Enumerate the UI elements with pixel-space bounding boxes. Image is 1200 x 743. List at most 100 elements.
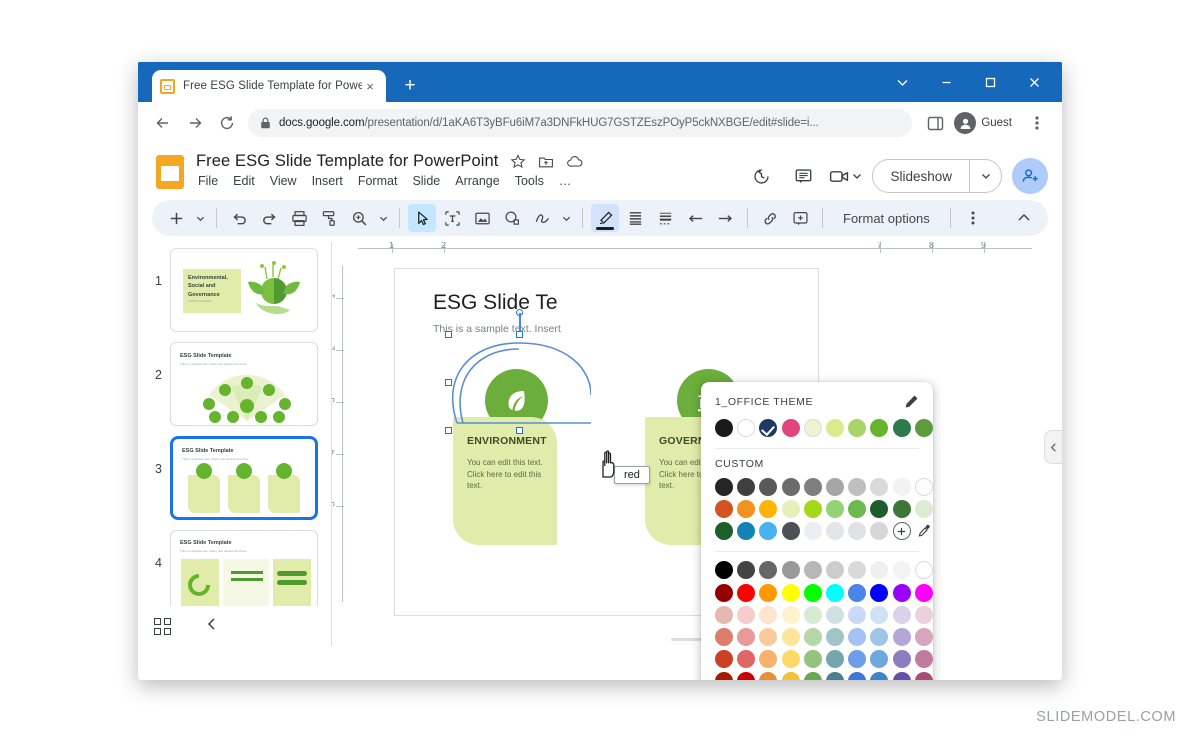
print-icon[interactable]: [285, 204, 313, 232]
profile-chip[interactable]: Guest: [952, 110, 1020, 136]
theme-swatch-row[interactable]: [715, 419, 933, 437]
line-start-icon[interactable]: [681, 204, 709, 232]
palette-swatch-1-5[interactable]: [825, 583, 844, 602]
line-end-icon[interactable]: [711, 204, 739, 232]
palette-swatch-3-1[interactable]: [737, 627, 756, 646]
close-icon[interactable]: [1012, 64, 1056, 100]
address-bar[interactable]: docs.google.com/presentation/d/1aKA6T3yB…: [248, 109, 913, 137]
palette-swatch-0-3[interactable]: [781, 561, 800, 580]
version-history-icon[interactable]: [745, 160, 777, 192]
palette-swatch-0-5[interactable]: [825, 561, 844, 580]
custom-swatch-0-5[interactable]: [825, 478, 844, 496]
more-options-icon[interactable]: [959, 204, 987, 232]
palette-swatch-1-2[interactable]: [759, 583, 778, 602]
palette-swatch-3-2[interactable]: [759, 627, 778, 646]
format-options-button[interactable]: Format options: [831, 211, 942, 226]
custom-swatch-0-9[interactable]: [914, 478, 933, 496]
undo-icon[interactable]: [225, 204, 253, 232]
palette-swatch-1-0[interactable]: [715, 583, 733, 602]
menu-view[interactable]: View: [270, 174, 297, 188]
list-item[interactable]: 2 ESG Slide Template This is a sample te…: [138, 342, 331, 436]
palette-swatch-2-8[interactable]: [892, 605, 911, 624]
palette-swatch-5-8[interactable]: [892, 672, 911, 680]
palette-swatch-1-3[interactable]: [781, 583, 800, 602]
palette-swatch-2-7[interactable]: [870, 605, 889, 624]
palette-swatch-4-7[interactable]: [870, 650, 889, 669]
palette-swatch-3-7[interactable]: [870, 627, 889, 646]
palette-swatch-5-6[interactable]: [848, 672, 867, 680]
menu-tools[interactable]: Tools: [515, 174, 544, 188]
palette-swatch-1-9[interactable]: [914, 583, 933, 602]
move-to-folder-icon[interactable]: [538, 154, 554, 170]
custom-swatch-0-7[interactable]: [870, 478, 889, 496]
palette-swatch-4-3[interactable]: [781, 650, 800, 669]
redo-icon[interactable]: [255, 204, 283, 232]
card-body[interactable]: You can edit this text. Click here to ed…: [467, 457, 547, 492]
palette-swatch-3-5[interactable]: [825, 627, 844, 646]
palette-swatch-4-6[interactable]: [848, 650, 867, 669]
palette-swatch-5-0[interactable]: [715, 672, 733, 680]
theme-swatch-1[interactable]: [737, 419, 756, 437]
custom-swatch-2-1[interactable]: [737, 522, 756, 541]
palette-swatch-4-8[interactable]: [892, 650, 911, 669]
palette-swatch-3-3[interactable]: [781, 627, 800, 646]
custom-swatch-1-3[interactable]: [781, 500, 800, 519]
meet-camera-button[interactable]: [829, 168, 862, 185]
theme-swatch-9[interactable]: [914, 419, 933, 437]
palette-swatch-0-0[interactable]: [715, 561, 733, 580]
grid-view-icon[interactable]: [154, 617, 171, 635]
custom-swatch-2-0[interactable]: [715, 522, 733, 541]
collapse-filmstrip-icon[interactable]: [205, 617, 219, 636]
comments-icon[interactable]: [787, 160, 819, 192]
new-tab-button[interactable]: +: [400, 75, 420, 96]
pencil-icon[interactable]: [904, 394, 919, 409]
palette-swatch-0-9[interactable]: [914, 561, 933, 580]
border-weight-icon[interactable]: [651, 204, 679, 232]
palette-swatch-5-4[interactable]: [803, 672, 822, 680]
slideshow-dropdown-icon[interactable]: [969, 160, 1001, 192]
side-panel-icon[interactable]: [920, 108, 950, 138]
palette-swatch-4-5[interactable]: [825, 650, 844, 669]
text-box-icon[interactable]: [438, 204, 466, 232]
theme-swatch-6[interactable]: [848, 419, 867, 437]
palette-swatch-1-6[interactable]: [848, 583, 867, 602]
slideshow-button[interactable]: Slideshow: [873, 169, 969, 184]
palette-swatch-2-6[interactable]: [848, 605, 867, 624]
palette-swatch-3-9[interactable]: [914, 627, 933, 646]
palette-swatch-5-3[interactable]: [781, 672, 800, 680]
custom-swatch-2-4[interactable]: [803, 522, 822, 541]
custom-swatch-2-3[interactable]: [781, 522, 800, 541]
palette-swatch-0-4[interactable]: [803, 561, 822, 580]
theme-swatch-7[interactable]: [870, 419, 889, 437]
palette-swatch-0-8[interactable]: [892, 561, 911, 580]
theme-swatch-5[interactable]: [825, 419, 844, 437]
custom-swatch-1-8[interactable]: [892, 500, 911, 519]
palette-swatch-3-4[interactable]: [803, 627, 822, 646]
list-item[interactable]: 3 ESG Slide Template This is a sample te…: [138, 436, 331, 530]
slide-filmstrip[interactable]: 1 Environmental, Social and Governance S…: [138, 242, 332, 646]
select-tool-icon[interactable]: [408, 204, 436, 232]
custom-swatch-0-0[interactable]: [715, 478, 733, 496]
palette-swatch-2-4[interactable]: [803, 605, 822, 624]
menu-slide[interactable]: Slide: [412, 174, 440, 188]
forward-button[interactable]: [180, 108, 210, 138]
insert-link-icon[interactable]: [756, 204, 784, 232]
minimize-icon[interactable]: [924, 64, 968, 100]
zoom-icon[interactable]: [345, 204, 373, 232]
reload-button[interactable]: [212, 108, 242, 138]
palette-swatch-5-7[interactable]: [870, 672, 889, 680]
palette-swatch-4-1[interactable]: [737, 650, 756, 669]
palette-swatch-3-6[interactable]: [848, 627, 867, 646]
theme-swatch-8[interactable]: [892, 419, 911, 437]
custom-swatch-0-6[interactable]: [848, 478, 867, 496]
menu-more[interactable]: …: [559, 174, 572, 188]
palette-swatch-1-8[interactable]: [892, 583, 911, 602]
image-icon[interactable]: [468, 204, 496, 232]
paint-format-icon[interactable]: [315, 204, 343, 232]
theme-swatch-3[interactable]: [781, 419, 800, 437]
zoom-dropdown-icon[interactable]: [375, 204, 391, 232]
back-button[interactable]: [148, 108, 178, 138]
resize-handle[interactable]: [445, 331, 452, 338]
slide-title-text[interactable]: ESG Slide Te: [433, 291, 558, 315]
custom-swatch-2-5[interactable]: [825, 522, 844, 541]
